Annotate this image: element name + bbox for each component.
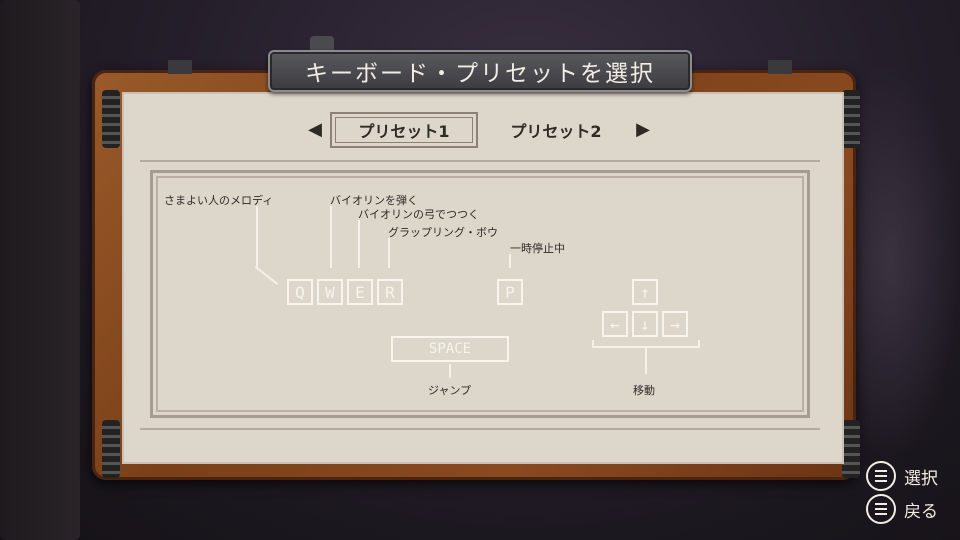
key-up-arrow-icon: ↑ xyxy=(632,279,658,305)
label-arrows-action: 移動 xyxy=(633,384,655,397)
key-down-arrow-icon: ↓ xyxy=(632,311,658,337)
hint-select-label: 選択 xyxy=(904,468,938,489)
key-left-arrow-icon: ← xyxy=(602,311,628,337)
hint-back-label: 戻る xyxy=(904,501,938,522)
label-e-action: バイオリンの弓でつつく xyxy=(358,208,479,221)
hint-back[interactable]: 戻る xyxy=(866,494,938,524)
preset-prev-arrow-icon[interactable]: ◀ xyxy=(304,119,326,141)
menu-button-icon xyxy=(866,494,896,524)
label-p-action: 一時停止中 xyxy=(510,242,565,255)
bracket-arrows-left xyxy=(592,340,594,348)
key-q: Q xyxy=(287,279,313,305)
connector-q-vertical xyxy=(256,206,258,268)
preset-selector: ◀ プリセット1 プリセット2 ▶ xyxy=(0,112,960,148)
connector-e xyxy=(358,220,360,268)
tab-preset-2[interactable]: プリセット2 xyxy=(482,112,630,148)
label-r-action: グラップリング・ボウ xyxy=(388,226,498,239)
key-p: P xyxy=(497,279,523,305)
menu-button-icon xyxy=(866,461,896,491)
frame-hinge-bottom-left xyxy=(102,420,120,478)
key-right-arrow-icon: → xyxy=(662,311,688,337)
connector-p xyxy=(509,254,511,268)
connector-r xyxy=(388,238,390,268)
hint-select[interactable]: 選択 xyxy=(866,461,938,491)
title-clip-right xyxy=(768,60,792,74)
tab-preset-1[interactable]: プリセット1 xyxy=(330,112,478,148)
frame-hinge-bottom-right xyxy=(842,420,860,478)
background-left-shadow xyxy=(0,0,80,540)
connector-space xyxy=(449,364,451,378)
label-space-action: ジャンプ xyxy=(428,384,472,397)
preset-next-arrow-icon[interactable]: ▶ xyxy=(632,119,654,141)
key-e: E xyxy=(347,279,373,305)
bracket-arrows-right xyxy=(698,340,700,348)
divider-bottom xyxy=(140,428,820,430)
page-title: キーボード・プリセットを選択 xyxy=(268,50,692,92)
key-w: W xyxy=(317,279,343,305)
connector-arrows xyxy=(645,348,647,374)
key-r: R xyxy=(377,279,403,305)
connector-w xyxy=(330,206,332,268)
divider-top xyxy=(140,160,820,162)
title-clip-left xyxy=(168,60,192,74)
key-space: SPACE xyxy=(391,336,509,362)
